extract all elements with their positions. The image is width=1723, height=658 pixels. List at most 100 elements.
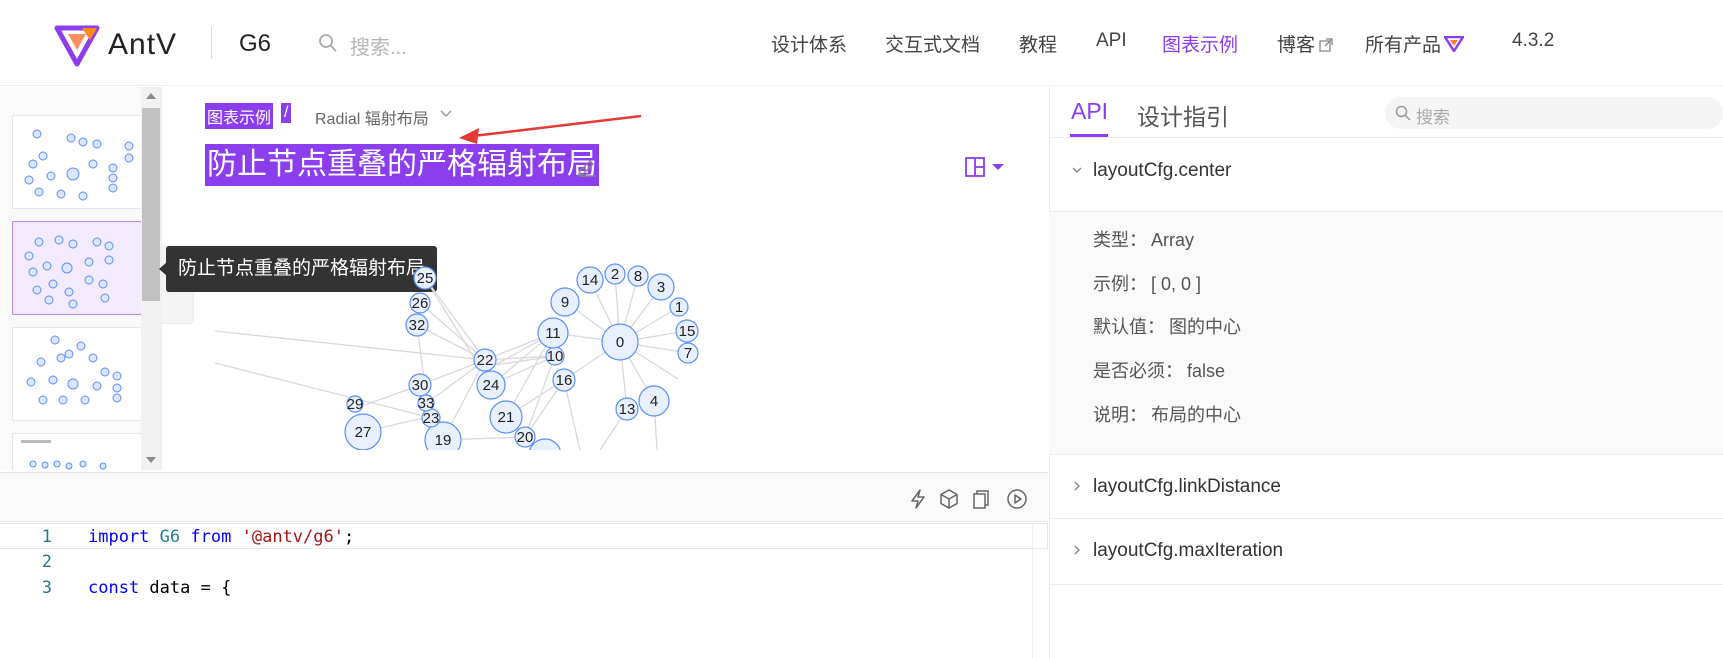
line-number: 3	[41, 578, 52, 598]
edit-pencil-icon[interactable]	[576, 155, 598, 177]
version-select[interactable]: 4.3.2	[1512, 30, 1554, 52]
thumbnail-radial-sorted[interactable]	[12, 327, 142, 421]
nav-blog[interactable]: 博客	[1277, 30, 1333, 57]
node-label: 1	[675, 299, 683, 316]
code-editor[interactable]: 1 import G6 from '@antv/g6'; 2 3 const d…	[0, 523, 1048, 658]
token-string: '@antv/g6'	[241, 527, 344, 547]
node-label: 27	[355, 424, 372, 441]
editor-scrollbar[interactable]	[1032, 523, 1048, 658]
breadcrumb-root[interactable]: 图表示例	[205, 103, 274, 129]
section-header-link-distance[interactable]: layoutCfg.linkDistance	[1049, 456, 1723, 520]
sidebar-scrollbar-thumb[interactable]	[142, 108, 160, 301]
node-label: 22	[477, 352, 494, 369]
code-text: import G6 from '@antv/g6';	[88, 524, 354, 550]
thumbnail-graph	[21, 440, 107, 470]
logo-text: AntV	[108, 28, 178, 61]
node-label: 10	[547, 348, 564, 365]
run-play-icon[interactable]	[1006, 488, 1028, 510]
thumbnail-radial-basic[interactable]	[12, 115, 142, 209]
product-name[interactable]: G6	[239, 30, 271, 58]
token-keyword: const	[88, 578, 140, 598]
layout-toggle-icon[interactable]	[964, 155, 1010, 179]
copy-icon[interactable]	[970, 488, 992, 510]
scroll-down-arrow-icon[interactable]	[146, 457, 156, 463]
chevron-right-icon	[1074, 545, 1080, 555]
external-link-icon	[1319, 38, 1333, 52]
node-label: 3	[657, 279, 665, 296]
antv-logo-icon	[54, 25, 100, 67]
node-label: 23	[423, 410, 440, 427]
prop-type: 类型： Array	[1093, 226, 1194, 252]
node-label: 26	[412, 295, 429, 312]
section-divider	[1049, 454, 1723, 455]
node-label: 29	[347, 396, 364, 413]
tab-design-guide[interactable]: 设计指引	[1137, 98, 1229, 132]
graph-canvas[interactable]: 0 1 2 3 4 7 8 9 10 11 13 14 15 16 19 20 …	[195, 215, 1035, 450]
nav-interactive-docs[interactable]: 交互式文档	[885, 30, 980, 57]
graph-nodes	[344, 263, 699, 450]
thumbnail-radial-strict[interactable]	[12, 221, 142, 315]
nav-all-products[interactable]: 所有产品	[1365, 30, 1465, 57]
code-text: const data = {	[88, 575, 231, 601]
docs-search-input[interactable]: 搜索	[1416, 103, 1450, 128]
line-number: 2	[41, 552, 52, 572]
nav-all-products-label: 所有产品	[1365, 35, 1442, 56]
nav-design-system[interactable]: 设计体系	[771, 30, 847, 57]
annotation-arrow-icon	[459, 114, 642, 144]
section-header-center[interactable]: layoutCfg.center	[1049, 140, 1723, 204]
token: ;	[343, 527, 355, 547]
page-title: 防止节点重叠的严格辐射布局	[205, 144, 599, 186]
nav-tutorial[interactable]: 教程	[1019, 30, 1057, 57]
section-title: layoutCfg.center	[1093, 160, 1232, 181]
section-header-max-iteration[interactable]: layoutCfg.maxIteration	[1049, 520, 1723, 584]
prop-required: 是否必须： false	[1093, 357, 1225, 383]
section-title: layoutCfg.linkDistance	[1093, 476, 1281, 497]
chevron-right-icon	[1074, 481, 1080, 491]
lightning-icon[interactable]	[907, 488, 929, 510]
antv-logo[interactable]: AntV	[54, 22, 177, 68]
prop-value: false	[1187, 361, 1226, 381]
scroll-up-arrow-icon[interactable]	[146, 93, 156, 99]
section-divider	[1049, 518, 1723, 519]
top-header: AntV G6 搜索... 设计体系 交互式文档 教程 API 图表示例 博客 …	[0, 0, 1723, 86]
node-label: 14	[582, 272, 599, 289]
section-title: layoutCfg.maxIteration	[1093, 540, 1284, 561]
code-line[interactable]: 1 import G6 from '@antv/g6';	[0, 523, 1048, 549]
chevron-down-icon[interactable]	[440, 110, 452, 118]
thumbnail-graph	[26, 335, 122, 405]
search-input[interactable]: 搜索...	[350, 31, 407, 60]
prop-value: 图的中心	[1169, 317, 1241, 337]
node-label: 30	[412, 377, 429, 394]
codesandbox-icon[interactable]	[938, 488, 960, 510]
thumbnail-radial-cluster[interactable]	[12, 433, 142, 470]
token-keyword: from	[190, 527, 232, 547]
node-label: 15	[679, 323, 696, 340]
code-line[interactable]: 3 const data = {	[0, 575, 1048, 601]
node-label: 21	[498, 409, 515, 426]
node-label: 9	[561, 294, 569, 311]
nav-examples[interactable]: 图表示例	[1162, 30, 1238, 57]
node-label: 0	[616, 334, 624, 351]
node-label: 24	[483, 377, 500, 394]
thumbnail-graph	[24, 235, 114, 309]
breadcrumb-current[interactable]: Radial 辐射布局	[315, 105, 429, 129]
search-icon	[319, 34, 337, 52]
nav-api[interactable]: API	[1096, 30, 1127, 52]
prop-key: 类型：	[1093, 230, 1147, 250]
token-keyword: import	[88, 527, 150, 547]
node-label: 16	[556, 372, 573, 389]
node-label: 7	[684, 345, 692, 362]
search-icon	[1395, 105, 1411, 121]
tab-api[interactable]: API	[1071, 98, 1108, 125]
breadcrumb-separator: /	[281, 103, 292, 123]
prop-key: 示例：	[1093, 274, 1147, 294]
prop-key: 说明：	[1093, 405, 1147, 425]
code-line[interactable]: 2	[0, 549, 1048, 575]
node-label: 13	[619, 401, 636, 418]
nav-blog-label: 博客	[1277, 35, 1316, 56]
node-label: 19	[435, 432, 452, 449]
prop-value: 布局的中心	[1151, 405, 1241, 425]
